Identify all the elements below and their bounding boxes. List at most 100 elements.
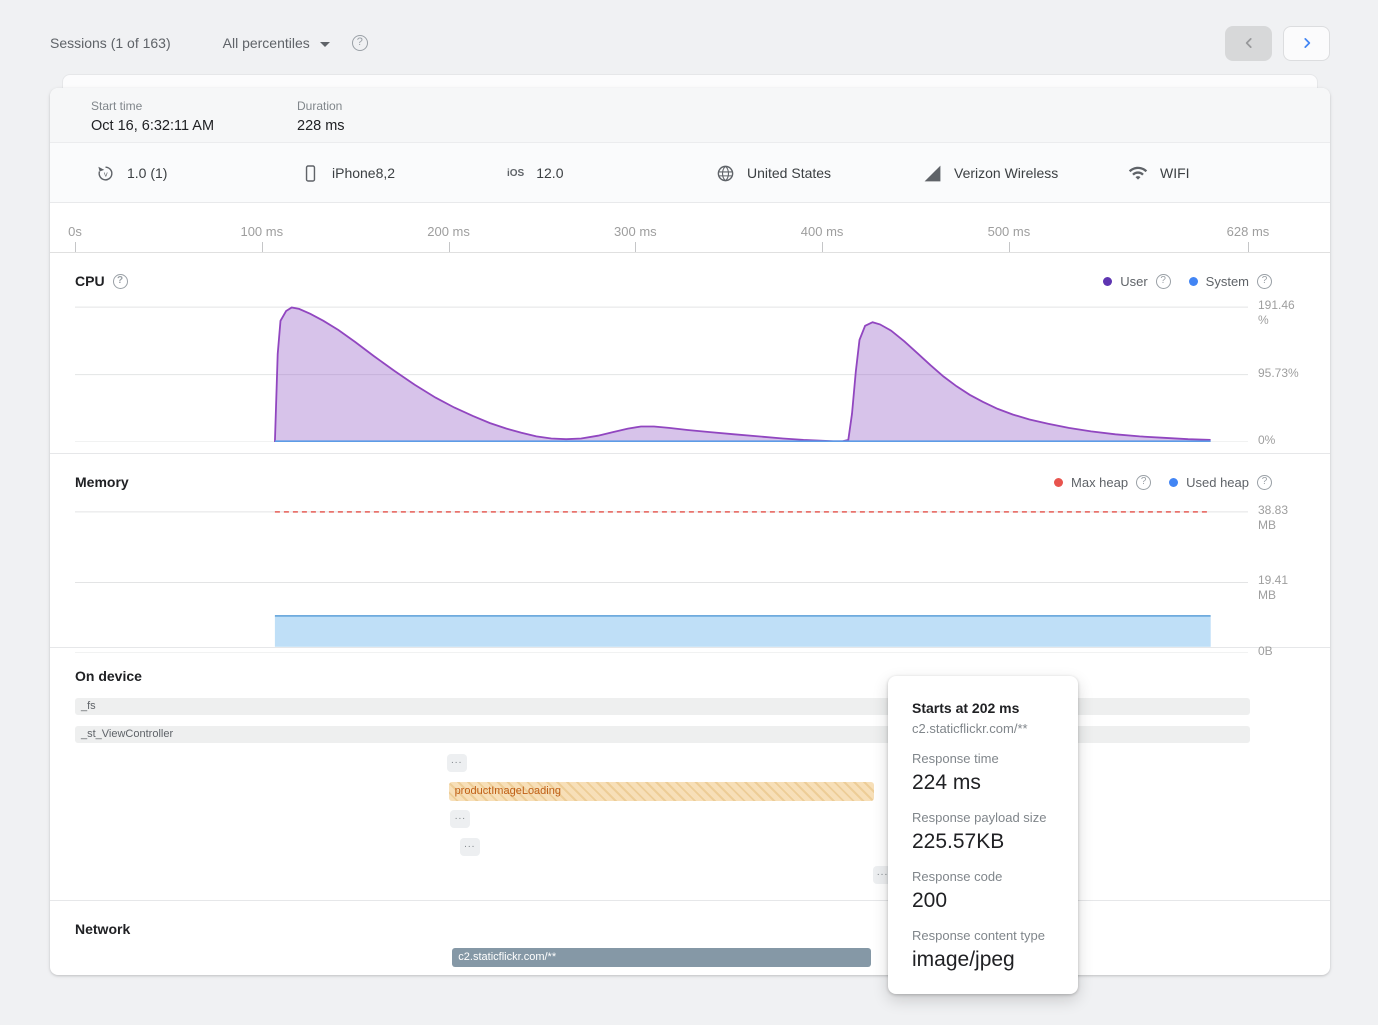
y-axis-label: 38.83 MB (1258, 503, 1324, 533)
cpu-section-title: CPU ? (75, 273, 128, 289)
start-time-label: Start time (91, 99, 297, 113)
device-info-label: WIFI (1160, 165, 1190, 181)
tooltip-fields: Response time 224 ms Response payload size… (912, 751, 1054, 972)
legend-dot (1189, 277, 1198, 286)
device-info-label: 1.0 (1) (127, 165, 167, 181)
timeline-tick-mark (1248, 242, 1249, 252)
timeline-tick-label: 300 ms (614, 224, 657, 239)
legend-item: Used heap? (1169, 475, 1272, 490)
tooltip-field-value: 224 ms (912, 771, 1054, 795)
session-detail-card: Start time Oct 16, 6:32:11 AM Duration 2… (50, 88, 1330, 975)
help-icon[interactable]: ? (1257, 274, 1272, 289)
legend-dot (1169, 478, 1178, 487)
chevron-right-icon (1300, 36, 1314, 50)
collapsed-traces-chip[interactable]: ... (460, 838, 480, 856)
cpu-chart-svg[interactable] (50, 299, 1330, 442)
start-time-value: Oct 16, 6:32:11 AM (91, 118, 297, 134)
topbar: Sessions (1 of 163) All percentiles ? (50, 20, 1330, 66)
timeline-tick-mark (262, 242, 263, 252)
percentiles-dropdown-label: All percentiles (223, 35, 310, 51)
tooltip-field-label: Response payload size (912, 810, 1054, 825)
help-icon[interactable]: ? (352, 35, 368, 51)
device-info-label: Verizon Wireless (954, 165, 1058, 181)
help-icon[interactable]: ? (1136, 475, 1151, 490)
timeline-tick-label: 628 ms (1227, 224, 1270, 239)
memory-section: Memory Max heap? Used heap? 38.83 MB 19.41… (50, 454, 1330, 648)
tooltip-field-value: 225.57KB (912, 830, 1054, 854)
memory-title-text: Memory (75, 474, 129, 490)
help-icon[interactable]: ? (1257, 475, 1272, 490)
chevron-left-icon (1242, 36, 1256, 50)
svg-text:v: v (103, 169, 107, 178)
timeline-tick-label: 500 ms (988, 224, 1031, 239)
device-info-item: v 1.0 (1) (95, 143, 167, 203)
tooltip-url: c2.staticflickr.com/** (912, 721, 1054, 736)
next-session-button[interactable] (1283, 26, 1330, 61)
timeline-tick-mark (449, 242, 450, 252)
network-title-text: Network (75, 921, 130, 937)
country-icon (715, 163, 735, 183)
legend-label: System (1206, 274, 1249, 289)
network-request-span[interactable]: c2.staticflickr.com/** (452, 948, 870, 967)
tooltip-title: Starts at 202 ms (912, 700, 1054, 716)
app-version-icon: v (95, 163, 115, 183)
carrier-icon (922, 163, 942, 183)
network-lane: c2.staticflickr.com/** (50, 948, 1330, 968)
timeline-tick-label: 100 ms (240, 224, 283, 239)
duration-value: 228 ms (297, 118, 503, 134)
tooltip-field-label: Response code (912, 869, 1054, 884)
device-info-item: WIFI (1128, 143, 1190, 203)
start-time-block: Start time Oct 16, 6:32:11 AM (91, 99, 297, 142)
legend-label: User (1120, 274, 1147, 289)
on-device-section-header: On device (50, 648, 1330, 687)
tooltip-field: Response code 200 (912, 869, 1054, 913)
tooltip-field-value: image/jpeg (912, 948, 1054, 972)
session-summary-header: Start time Oct 16, 6:32:11 AM Duration 2… (50, 88, 1330, 143)
legend-item: User? (1103, 274, 1170, 289)
on-device-title-text: On device (75, 668, 142, 684)
tooltip-field: Response time 224 ms (912, 751, 1054, 795)
y-axis-label: 19.41 MB (1258, 573, 1324, 603)
device-info-item: iOS 12.0 (507, 143, 563, 203)
timeline-tick-mark (75, 242, 76, 252)
page: { "glyphs": { "help": "?" }, "topbar": {… (0, 0, 1378, 1025)
y-axis-label: 95.73% (1258, 366, 1324, 381)
chevron-down-icon (320, 42, 330, 47)
cpu-section: CPU ? User?System? 191.46 %95.73%0% (50, 253, 1330, 454)
tooltip-field: Response content type image/jpeg (912, 928, 1054, 972)
tooltip-field-value: 200 (912, 889, 1054, 913)
network-section-title: Network (75, 921, 130, 937)
trace-span[interactable]: productImageLoading (449, 782, 875, 801)
tooltip-field-label: Response time (912, 751, 1054, 766)
device-info-label: 12.0 (536, 165, 563, 181)
on-device-section-title: On device (75, 668, 142, 684)
memory-chart-svg[interactable] (50, 500, 1330, 653)
y-axis-label: 0% (1258, 433, 1324, 448)
collapsed-traces-chip[interactable]: ... (450, 810, 470, 828)
collapsed-traces-chip[interactable]: ... (447, 754, 467, 772)
duration-block: Duration 228 ms (297, 99, 503, 142)
cpu-legend: User?System? (1103, 274, 1272, 289)
device-model-icon (300, 163, 320, 183)
cpu-title-text: CPU (75, 273, 105, 289)
help-icon[interactable]: ? (1156, 274, 1171, 289)
tooltip-field: Response payload size 225.57KB (912, 810, 1054, 854)
legend-dot (1054, 478, 1063, 487)
cpu-help-icon[interactable]: ? (113, 274, 128, 289)
device-info-item: iPhone8,2 (300, 143, 395, 203)
previous-session-button[interactable] (1225, 26, 1272, 61)
on-device-section: On device _fs_st_ViewController...produc… (50, 648, 1330, 901)
os-version-icon: iOS (507, 163, 524, 183)
timeline-tick-mark (822, 242, 823, 252)
session-nav (1225, 26, 1330, 61)
device-info-item: Verizon Wireless (922, 143, 1058, 203)
radio-type-icon (1128, 163, 1148, 183)
percentiles-dropdown[interactable]: All percentiles (223, 35, 330, 51)
timeline-tick-label: 0s (68, 224, 82, 239)
legend-item: Max heap? (1054, 475, 1151, 490)
legend-item: System? (1189, 274, 1272, 289)
memory-legend: Max heap? Used heap? (1054, 475, 1272, 490)
device-info-label: United States (747, 165, 831, 181)
tooltip-field-label: Response content type (912, 928, 1054, 943)
duration-label: Duration (297, 99, 503, 113)
